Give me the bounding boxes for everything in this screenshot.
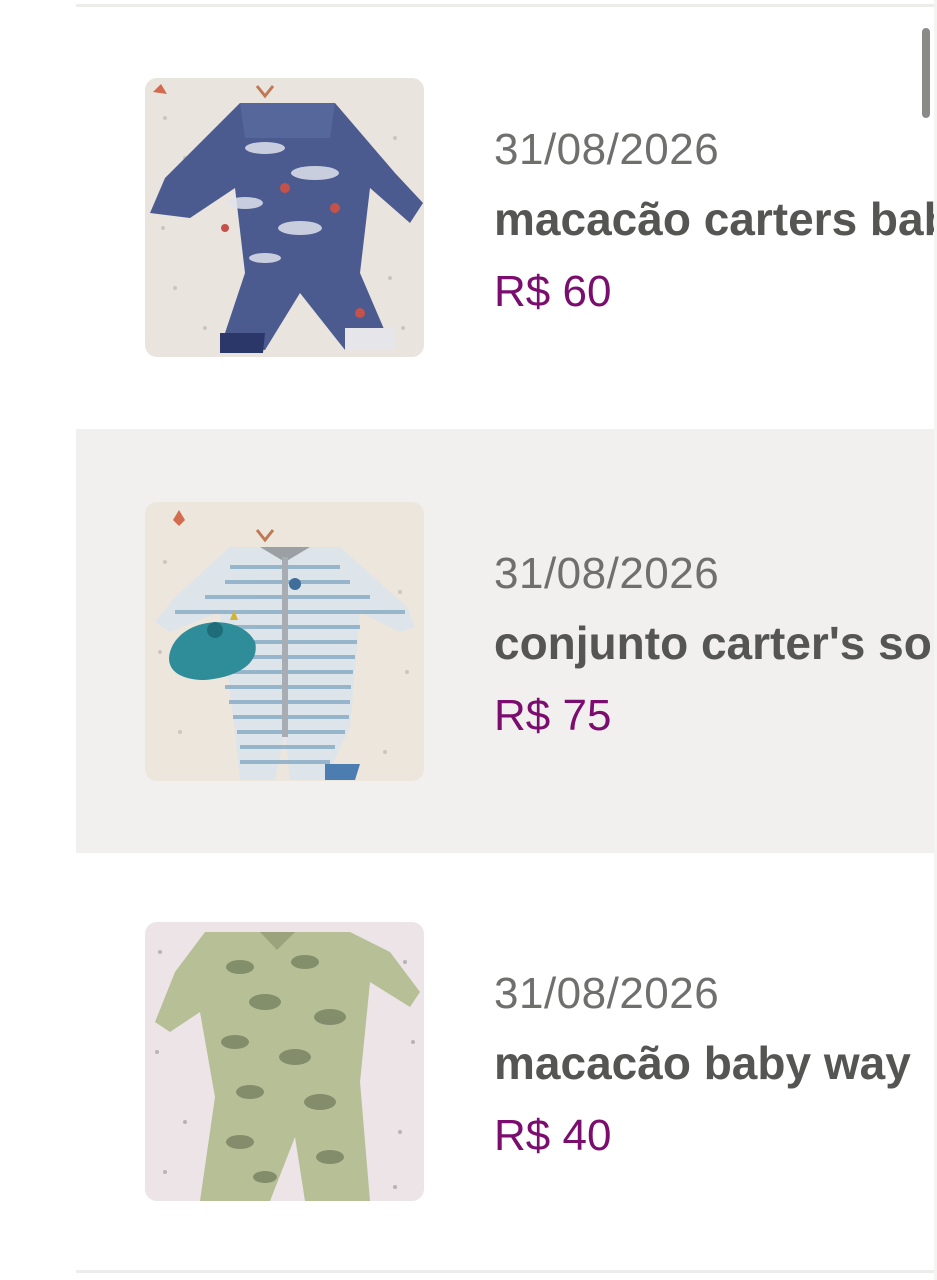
listing-price: R$ 75 [494, 691, 612, 740]
product-list: 31/08/2026 macacão carters baby R$ 60 31… [76, 7, 937, 1275]
list-item[interactable]: 31/08/2026 macacão baby way R$ 40 [76, 853, 937, 1275]
listing-title[interactable]: macacão baby way [494, 1036, 911, 1090]
list-item[interactable]: 31/08/2026 conjunto carter's soninho R$ … [76, 429, 937, 853]
listing-page: 31/08/2026 macacão carters baby R$ 60 31… [0, 0, 937, 1280]
green-car-print-romper-photo-icon [145, 922, 424, 1201]
listing-date: 31/08/2026 [494, 125, 720, 174]
list-item[interactable]: 31/08/2026 macacão carters baby R$ 60 [76, 7, 937, 429]
listing-date: 31/08/2026 [494, 969, 720, 1018]
striped-romper-with-hat-photo-icon [145, 502, 424, 781]
listing-title[interactable]: conjunto carter's soninho [494, 616, 937, 670]
scrollbar-thumb[interactable] [922, 28, 930, 118]
listing-price: R$ 40 [494, 1111, 612, 1160]
bottom-divider [76, 1270, 937, 1273]
product-thumbnail[interactable] [145, 502, 424, 781]
product-thumbnail[interactable] [145, 922, 424, 1201]
blue-whale-romper-photo-icon [145, 78, 424, 357]
listing-price: R$ 60 [494, 267, 612, 316]
listing-date: 31/08/2026 [494, 549, 720, 598]
product-thumbnail[interactable] [145, 78, 424, 357]
listing-title[interactable]: macacão carters baby [494, 192, 937, 246]
